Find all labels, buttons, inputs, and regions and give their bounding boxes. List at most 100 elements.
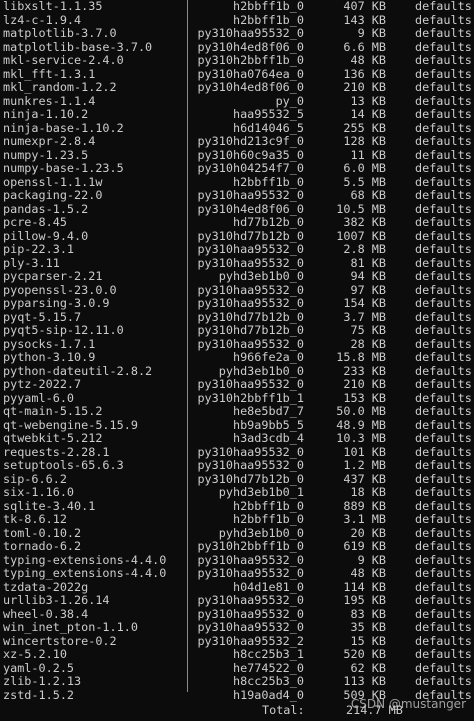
package-row: numpy-1.23.5 py310h60c9a35_0 11 KB defaults: [0, 147, 474, 163]
package-channel: defaults: [415, 174, 472, 189]
package-name: matplotlib-base-3.7.0: [3, 39, 153, 54]
package-name: munkres-1.1.4: [3, 93, 96, 108]
package-build: py310haa95532_0: [197, 377, 304, 391]
package-name: mkl-service-2.4.0: [3, 53, 124, 67]
package-name: pytz-2022.7: [3, 377, 82, 391]
package-channel: defaults: [415, 134, 472, 148]
package-build: h8cc25b3_1: [232, 647, 304, 661]
package-size: 10.5 MB: [336, 201, 386, 216]
package-row: packaging-22.0 py310haa95532_0 68 KB defaul…: [0, 188, 474, 203]
package-build: h3ad3cdb_4: [232, 431, 304, 445]
package-channel: defaults: [415, 66, 472, 81]
package-channel: defaults: [415, 485, 472, 499]
package-build: he8e5bd7_7: [232, 404, 304, 418]
package-build: py310haa95532_0: [197, 188, 304, 202]
package-name: ninja-base-1.10.2: [3, 120, 124, 135]
package-name: pysocks-1.7.1: [3, 336, 96, 351]
package-build: py310haa95532_0: [197, 552, 304, 567]
package-channel: defaults: [415, 120, 472, 135]
package-build: pyhd3eb1b0_0: [218, 363, 304, 378]
package-size: 154 KB: [343, 296, 386, 310]
package-row: pytz-2022.7 py310haa95532_0 210 KB defaults: [0, 377, 474, 392]
package-row: mkl-service-2.4.0 py310h2bbff1b_0 48 KB def…: [0, 53, 474, 68]
package-size: 407 KB: [343, 0, 386, 13]
package-channel: defaults: [415, 228, 472, 243]
package-row: pyyaml-6.0 py310h2bbff1b_1 153 KB defaults: [0, 390, 474, 406]
package-build: py310haa95532_0: [197, 282, 304, 297]
package-build: hd77b12b_0: [232, 215, 304, 229]
package-row: qtwebkit-5.212 h3ad3cdb_4 10.3 MB defaults: [0, 431, 474, 446]
package-build: h6d14046_5: [232, 120, 304, 135]
package-row: ply-3.11 py310haa95532_0 81 KB defaults: [0, 255, 474, 271]
package-row: yaml-0.2.5 he774522_0 62 KB defaults: [0, 661, 474, 676]
package-channel: defaults: [415, 161, 472, 175]
package-size: 128 KB: [343, 134, 386, 148]
package-channel: defaults: [415, 12, 472, 27]
package-row: python-3.10.9 h966fe2a_0 15.8 MB defaults: [0, 350, 474, 365]
package-channel: defaults: [415, 26, 472, 40]
package-build: py310haa95532_0: [197, 566, 304, 580]
package-size: 143 KB: [343, 12, 386, 27]
package-size: 114 KB: [343, 579, 386, 594]
package-size: 48.9 MB: [336, 417, 386, 432]
package-channel: defaults: [415, 444, 472, 459]
package-row: lz4-c-1.9.4 h2bbff1b_0 143 KB defaults: [0, 12, 474, 28]
package-size: 233 KB: [343, 363, 386, 378]
package-name: pyopenssl-23.0.0: [3, 282, 117, 297]
package-name: pyyaml-6.0: [3, 390, 75, 405]
package-size: 6.6 MB: [343, 39, 386, 54]
package-size: 437 KB: [343, 471, 386, 486]
package-size: 520 KB: [343, 647, 386, 661]
package-name: mkl_random-1.2.2: [3, 80, 117, 94]
package-size: 13 KB: [350, 93, 386, 108]
package-build: py310hd77b12b_0: [197, 323, 304, 337]
package-channel: defaults: [415, 336, 472, 351]
package-row: pysocks-1.7.1 py310haa95532_0 28 KB default…: [0, 336, 474, 352]
package-size: 382 KB: [343, 215, 386, 229]
package-row: zlib-1.2.13 h8cc25b3_0 113 KB defaults: [0, 674, 474, 689]
package-name: pyparsing-3.0.9: [3, 296, 110, 310]
package-channel: defaults: [415, 674, 472, 688]
package-channel: defaults: [415, 350, 472, 364]
package-build: h8cc25b3_0: [232, 674, 304, 688]
package-size: 9 KB: [357, 26, 386, 40]
package-channel: defaults: [415, 566, 472, 580]
package-build: py310h60c9a35_0: [197, 147, 304, 162]
package-size: 619 KB: [343, 539, 386, 553]
package-build: py310h2bbff1b_0: [197, 539, 304, 553]
package-build: h2bbff1b_0: [232, 0, 304, 13]
terminal-window[interactable]: libxslt-1.1.35 h2bbff1b_0 407 KB defaults lz…: [0, 0, 474, 721]
package-row: xz-5.2.10 h8cc25b3_1 520 KB defaults: [0, 647, 474, 662]
package-size: 889 KB: [343, 498, 386, 513]
package-row: tk-8.6.12 h2bbff1b_0 3.1 MB defaults: [0, 512, 474, 527]
package-name: ply-3.11: [3, 255, 60, 270]
package-channel: defaults: [415, 539, 472, 553]
package-size: 48 KB: [350, 566, 386, 580]
package-row: matplotlib-base-3.7.0 py310h4ed8f06_0 6.6 …: [0, 39, 474, 55]
package-name: sip-6.6.2: [3, 471, 67, 486]
package-build: pyhd3eb1b0_0: [218, 525, 304, 540]
package-build: py310h4ed8f06_0: [197, 201, 304, 216]
package-name: toml-0.10.2: [3, 525, 82, 540]
package-channel: defaults: [415, 579, 472, 594]
package-size: 2.8 MB: [343, 242, 386, 256]
package-name: python-3.10.9: [3, 350, 96, 364]
package-row: requests-2.28.1 py310haa95532_0 101 KB defa…: [0, 444, 474, 460]
package-build: py310hd77b12b_0: [197, 309, 304, 324]
package-channel: defaults: [415, 390, 472, 405]
package-channel: defaults: [415, 377, 472, 391]
package-name: tornado-6.2: [3, 539, 82, 553]
package-name: requests-2.28.1: [3, 444, 110, 459]
package-size: 15 KB: [350, 633, 386, 648]
package-row: urllib3-1.26.14 py310haa95532_0 195 KB defa…: [0, 593, 474, 608]
package-channel: defaults: [415, 296, 472, 310]
package-build: py310haa95532_0: [197, 593, 304, 607]
package-size: 75 KB: [350, 323, 386, 337]
package-build: py310hd77b12b_0: [197, 228, 304, 243]
package-name: pyqt-5.15.7: [3, 309, 82, 324]
package-name: python-dateutil-2.8.2: [3, 363, 153, 378]
package-size: 9 KB: [357, 552, 386, 567]
package-build: py310hd77b12b_0: [197, 471, 304, 486]
package-size: 3.7 MB: [343, 309, 386, 324]
package-size: 210 KB: [343, 80, 386, 94]
